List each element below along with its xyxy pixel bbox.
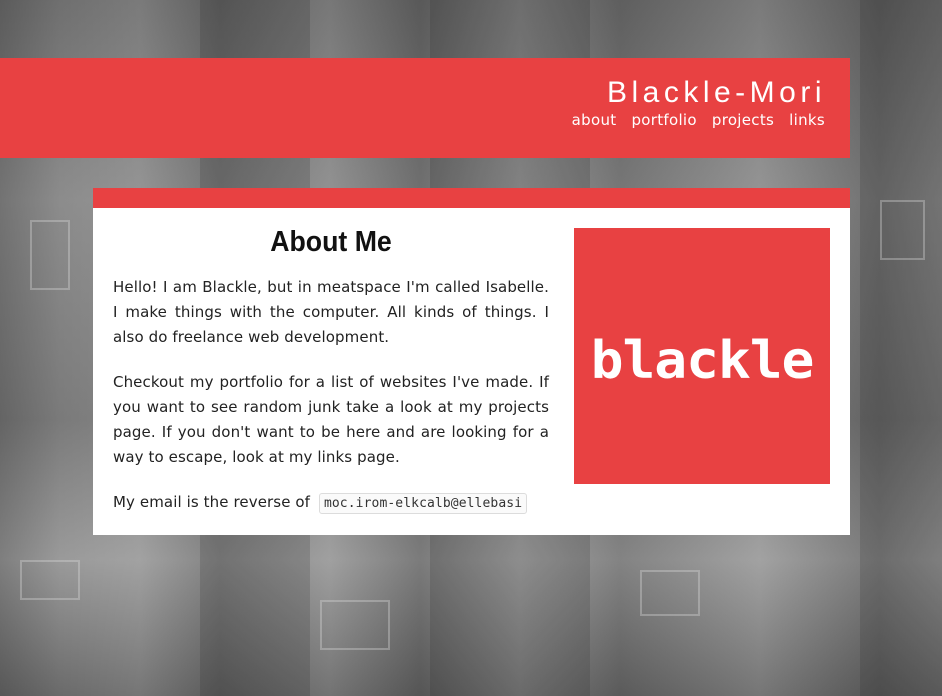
logo-wordmark: blackle [590,331,815,391]
background-window [640,570,700,616]
background-window [30,220,70,290]
nav-link-projects[interactable]: projects [712,111,774,129]
about-card: About Me Hello! I am Blackle, but in mea… [93,208,850,535]
site-header: Blackle-Mori about portfolio projects li… [0,58,850,158]
nav-link-links[interactable]: links [789,111,825,129]
about-paragraph-portfolio: Checkout my portfolio for a list of webs… [113,373,549,466]
blackle-logo: blackle [574,228,830,484]
about-title: About Me [270,226,392,258]
nav-link-portfolio[interactable]: portfolio [631,111,696,129]
background-building [860,0,942,696]
nav-link-about[interactable]: about [572,111,617,129]
card-accent-bar [93,188,850,208]
email-reversed-code: moc.irom-elkcalb@ellebasi [318,493,528,514]
email-prefix: My email is the reverse of [113,493,311,511]
background-window [20,560,80,600]
site-title[interactable]: Blackle-Mori [607,76,826,110]
background-window [320,600,390,650]
main-nav: about portfolio projects links [572,111,825,129]
about-email-line: My email is the reverse of moc.irom-elkc… [113,490,549,516]
background-window [880,200,925,260]
about-paragraph-intro: Hello! I am Blackle, but in meatspace I'… [113,278,549,346]
